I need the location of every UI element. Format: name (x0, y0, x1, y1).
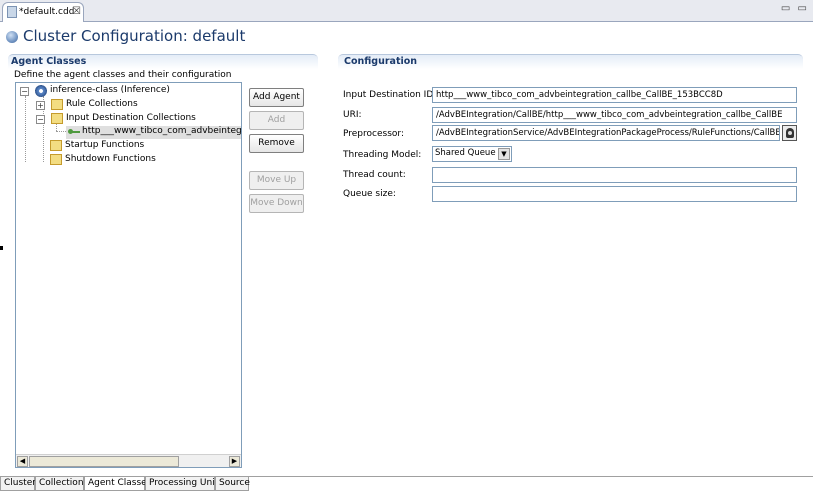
add-button[interactable]: Add (249, 111, 304, 130)
tree-node-shutdown-functions[interactable]: Shutdown Functions (50, 154, 240, 167)
tree-node-label: Shutdown Functions (65, 154, 156, 164)
preprocessor-label: Preprocessor: (343, 129, 404, 139)
uri-field[interactable]: /AdvBEIntegration/CallBE/http___www_tibc… (432, 107, 797, 123)
queue-size-label: Queue size: (343, 189, 396, 199)
agent-classes-section-header[interactable]: Agent Classes (8, 54, 318, 69)
scroll-right-icon[interactable]: ▶ (229, 456, 240, 467)
tab-processing-units[interactable]: Processing Units (145, 477, 223, 491)
expand-icon[interactable]: + (36, 101, 45, 110)
file-icon (7, 6, 17, 18)
remove-button[interactable]: Remove (249, 134, 304, 153)
tree-node-label: Startup Functions (65, 140, 145, 150)
thread-count-field[interactable] (432, 167, 797, 183)
folder-icon (51, 113, 63, 124)
tree-line (56, 131, 66, 132)
tree-node-rule-collections[interactable]: + Rule Collections (36, 99, 236, 112)
inference-class-icon (35, 85, 47, 97)
tree-node-startup-functions[interactable]: Startup Functions (50, 140, 240, 153)
tree-line (25, 96, 26, 162)
add-agent-button[interactable]: Add Agent (249, 88, 304, 107)
browse-icon[interactable] (782, 125, 797, 141)
agent-classes-tree[interactable]: − inference-class (Inference) + Rule Col… (15, 82, 242, 468)
queue-size-field[interactable] (432, 186, 797, 202)
collapse-icon[interactable]: − (36, 115, 45, 124)
tab-agent-classes[interactable]: Agent Classes (84, 477, 151, 491)
scrollbar-thumb[interactable] (29, 456, 179, 467)
scroll-left-icon[interactable]: ◀ (17, 456, 28, 467)
threading-model-value: Shared Queue (435, 148, 496, 158)
configuration-section-header[interactable]: Configuration (338, 54, 803, 69)
collapse-icon[interactable]: − (20, 87, 29, 96)
preprocessor-field[interactable]: /AdvBEIntegrationService/AdvBEIntegratio… (432, 125, 780, 141)
thread-count-label: Thread count: (343, 170, 406, 180)
tree-node-label: inference-class (Inference) (50, 85, 170, 95)
edge-marker (0, 246, 3, 250)
move-down-button[interactable]: Move Down (249, 194, 304, 213)
editor-tab-label: *default.cdd (19, 7, 75, 17)
input-destination-id-label: Input Destination ID: (343, 90, 437, 100)
cluster-icon (6, 31, 18, 43)
agent-classes-header-label: Agent Classes (11, 56, 87, 67)
close-icon[interactable]: ☒ (72, 6, 81, 17)
minimize-maximize-icon[interactable]: ▭ ▭ (781, 3, 809, 14)
tab-cluster[interactable]: Cluster (0, 477, 36, 491)
folder-icon (50, 140, 62, 151)
folder-icon (50, 154, 62, 165)
chevron-down-icon[interactable]: ▼ (498, 148, 510, 160)
agent-classes-description: Define the agent classes and their confi… (14, 70, 232, 80)
tree-node-label: http___www_tibco_com_advbeintegration_ca… (82, 126, 242, 136)
input-destination-id-field[interactable]: http___www_tibco_com_advbeintegration_ca… (432, 87, 797, 103)
uri-label: URI: (343, 110, 362, 120)
configuration-header-label: Configuration (344, 56, 418, 67)
tree-horizontal-scrollbar[interactable]: ◀ ▶ (16, 454, 241, 467)
tree-node-inference-class[interactable]: − inference-class (Inference) (20, 85, 240, 98)
editor-tab-strip (0, 0, 813, 22)
tree-node-label: Rule Collections (66, 99, 138, 109)
page-title: Cluster Configuration: default (23, 27, 246, 45)
threading-model-label: Threading Model: (343, 150, 422, 160)
destination-icon (68, 129, 80, 135)
tree-node-input-destination-collections[interactable]: − Input Destination Collections (36, 113, 236, 126)
editor-tab-default-cdd[interactable]: *default.cdd ☒ (2, 2, 84, 22)
move-up-button[interactable]: Move Up (249, 171, 304, 190)
tab-source[interactable]: Source (215, 477, 250, 491)
tree-node-destination[interactable]: http___www_tibco_com_advbeintegration_ca… (66, 126, 242, 139)
tree-node-label: Input Destination Collections (66, 113, 196, 123)
folder-icon (51, 99, 63, 110)
threading-model-select[interactable]: Shared Queue ▼ (432, 146, 512, 162)
tab-collections[interactable]: Collections (35, 477, 88, 491)
